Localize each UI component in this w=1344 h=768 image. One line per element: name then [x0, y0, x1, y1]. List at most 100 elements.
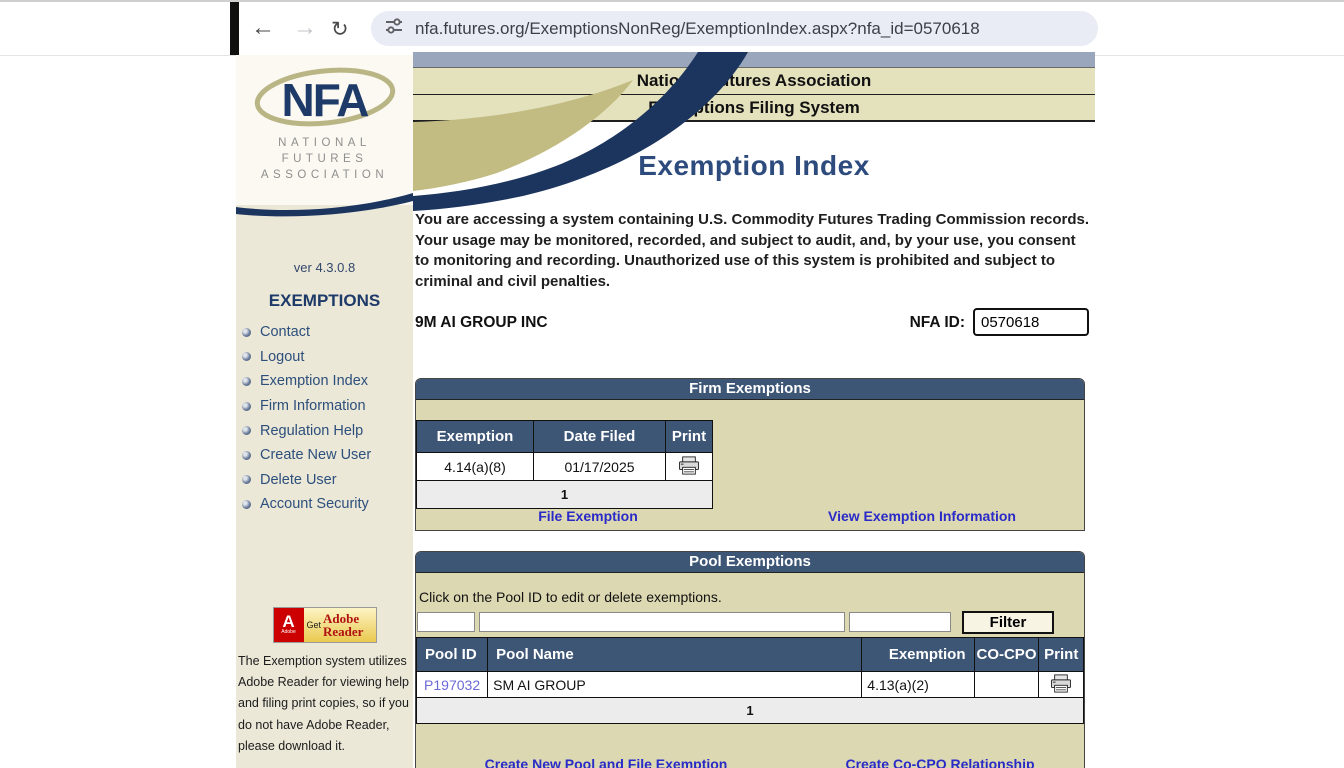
filter-button[interactable]: Filter [962, 611, 1054, 634]
col-print: Print [666, 421, 713, 453]
sidebar-item-label: Firm Information [260, 398, 366, 414]
col-exemption: Exemption [417, 421, 534, 453]
bullet-icon [242, 402, 251, 411]
bullet-icon [242, 475, 251, 484]
pool-name-filter-input[interactable] [479, 612, 845, 632]
pool-id-filter-input[interactable] [417, 612, 475, 632]
firm-name: 9M AI GROUP INC [415, 314, 548, 332]
nfa-logo-line2: FUTURES [236, 151, 413, 167]
sidebar-item-firm-information[interactable]: Firm Information [236, 394, 413, 419]
pool-id-link[interactable]: P197032 [424, 677, 480, 693]
org-title-bar: National Futures Association [413, 67, 1095, 96]
exemption-filter-input[interactable] [849, 612, 951, 632]
sidebar-item-regulation-help[interactable]: Regulation Help [236, 418, 413, 443]
bullet-icon [242, 426, 251, 435]
pool-name-value: SM AI GROUP [488, 672, 862, 698]
nfa-logo-line1: NATIONAL [236, 135, 413, 151]
reload-icon[interactable]: ↻ [331, 14, 349, 46]
nfa-id-label: NFA ID: [910, 314, 965, 332]
site-info-icon[interactable] [385, 17, 403, 40]
sidebar-item-label: Regulation Help [260, 423, 363, 439]
print-cell[interactable] [666, 453, 713, 481]
sidebar-item-delete-user[interactable]: Delete User [236, 468, 413, 493]
pool-exemptions-table: Pool ID Pool Name Exemption CO-CPO Print… [416, 637, 1084, 724]
pool-exemptions-panel: Pool Exemptions Click on the Pool ID to … [415, 551, 1085, 768]
sidebar-menu-title: EXEMPTIONS [236, 291, 413, 311]
pool-instruction-text: Click on the Pool ID to edit or delete e… [419, 589, 1084, 605]
print-icon[interactable] [1050, 680, 1072, 696]
pool-table-pager[interactable]: 1 [417, 698, 1084, 724]
sidebar-item-logout[interactable]: Logout [236, 345, 413, 370]
sidebar-body: ver 4.3.0.8 EXEMPTIONS Contact Logout Ex… [236, 218, 413, 768]
system-warning-text: You are accessing a system containing U.… [415, 210, 1091, 293]
pool-exemption-value: 4.13(a)(2) [862, 672, 974, 698]
main-content: National Futures Association Exemptions … [413, 52, 1095, 768]
print-cell[interactable] [1039, 672, 1084, 698]
bullet-icon [242, 500, 251, 509]
forward-icon[interactable]: → [293, 12, 317, 44]
sidebar-item-label: Account Security [260, 496, 369, 512]
create-co-cpo-link[interactable]: Create Co-CPO Relationship [796, 756, 1084, 768]
address-bar[interactable]: nfa.futures.org/ExemptionsNonReg/Exempti… [371, 11, 1098, 46]
version-label: ver 4.3.0.8 [236, 260, 413, 275]
sidebar-item-label: Create New User [260, 447, 371, 463]
adobe-logo-letter: A [274, 614, 304, 629]
sidebar-item-label: Contact [260, 324, 310, 340]
system-title-bar: Exemptions Filing System [413, 95, 1095, 122]
adobe-logo-word: Adobe [274, 629, 304, 635]
sidebar-item-label: Delete User [260, 472, 337, 488]
sidebar-item-account-security[interactable]: Account Security [236, 492, 413, 517]
firm-exemptions-table: Exemption Date Filed Print 4.14(a)(8) 01… [416, 420, 713, 509]
nfa-logo-line3: ASSOCIATION [236, 167, 413, 183]
firm-exemptions-title: Firm Exemptions [416, 379, 1084, 400]
browser-toolbar: ← → ↻ nfa.futures.org/ExemptionsNonReg/E… [0, 2, 1344, 56]
sidebar-item-label: Logout [260, 349, 304, 365]
nfa-logo: NFA NATIONAL FUTURES ASSOCIATION [236, 55, 413, 192]
screen: ← → ↻ nfa.futures.org/ExemptionsNonReg/E… [0, 0, 1344, 768]
col-co-cpo: CO-CPO [974, 638, 1039, 672]
sidebar-item-contact[interactable]: Contact [236, 320, 413, 345]
firm-identity-row: 9M AI GROUP INC NFA ID: [415, 310, 1089, 338]
bullet-icon [242, 328, 251, 337]
file-exemption-link[interactable]: File Exemption [416, 508, 760, 524]
nfa-id-input[interactable] [973, 308, 1089, 336]
print-icon[interactable] [678, 462, 700, 478]
firm-table-pager[interactable]: 1 [417, 481, 713, 509]
create-new-pool-link[interactable]: Create New Pool and File Exemption [416, 756, 796, 768]
page-title: Exemption Index [413, 150, 1095, 182]
sidebar-item-exemption-index[interactable]: Exemption Index [236, 369, 413, 394]
back-icon[interactable]: ← [251, 12, 275, 44]
table-row: 4.14(a)(8) 01/17/2025 [417, 453, 713, 481]
view-exemption-information-link[interactable]: View Exemption Information [760, 508, 1084, 524]
col-pool-exemption: Exemption [862, 638, 974, 672]
bullet-icon [242, 352, 251, 361]
col-pool-name: Pool Name [488, 638, 862, 672]
col-date-filed: Date Filed [534, 421, 666, 453]
sidebar-item-label: Exemption Index [260, 373, 368, 389]
pool-exemptions-title: Pool Exemptions [416, 552, 1084, 573]
bullet-icon [242, 377, 251, 386]
get-adobe-reader-badge[interactable]: A Adobe Get Adobe Reader [273, 607, 377, 643]
url-text[interactable]: nfa.futures.org/ExemptionsNonReg/Exempti… [415, 19, 980, 39]
pool-filter-row: Filter [417, 610, 1084, 634]
firm-exemptions-panel: Firm Exemptions Exemption Date Filed Pri… [415, 378, 1085, 531]
adobe-get-label: Get [307, 620, 322, 630]
sidebar: NFA NATIONAL FUTURES ASSOCIATION ver 4.3… [236, 55, 413, 768]
col-pool-id: Pool ID [417, 638, 488, 672]
header-slate-strip [413, 52, 1095, 67]
firm-exemption-value: 4.14(a)(8) [417, 453, 534, 481]
nfa-logo-acronym: NFA [236, 73, 413, 127]
adobe-logo-icon: A Adobe [274, 608, 304, 642]
bullet-icon [242, 451, 251, 460]
adobe-note-text: The Exemption system utilizes Adobe Read… [238, 651, 409, 757]
col-pool-print: Print [1039, 638, 1084, 672]
sidebar-swoosh-graphic [236, 192, 413, 218]
firm-date-filed-value: 01/17/2025 [534, 453, 666, 481]
table-row: P197032 SM AI GROUP 4.13(a)(2) [417, 672, 1084, 698]
sidebar-menu: Contact Logout Exemption Index Firm Info… [236, 320, 413, 517]
sidebar-item-create-new-user[interactable]: Create New User [236, 443, 413, 468]
toolbar-dark-strip [230, 2, 239, 55]
nfa-logo-wordmark: NATIONAL FUTURES ASSOCIATION [236, 135, 413, 183]
co-cpo-value [974, 672, 1039, 698]
adobe-brand-label: Adobe Reader [323, 612, 375, 638]
